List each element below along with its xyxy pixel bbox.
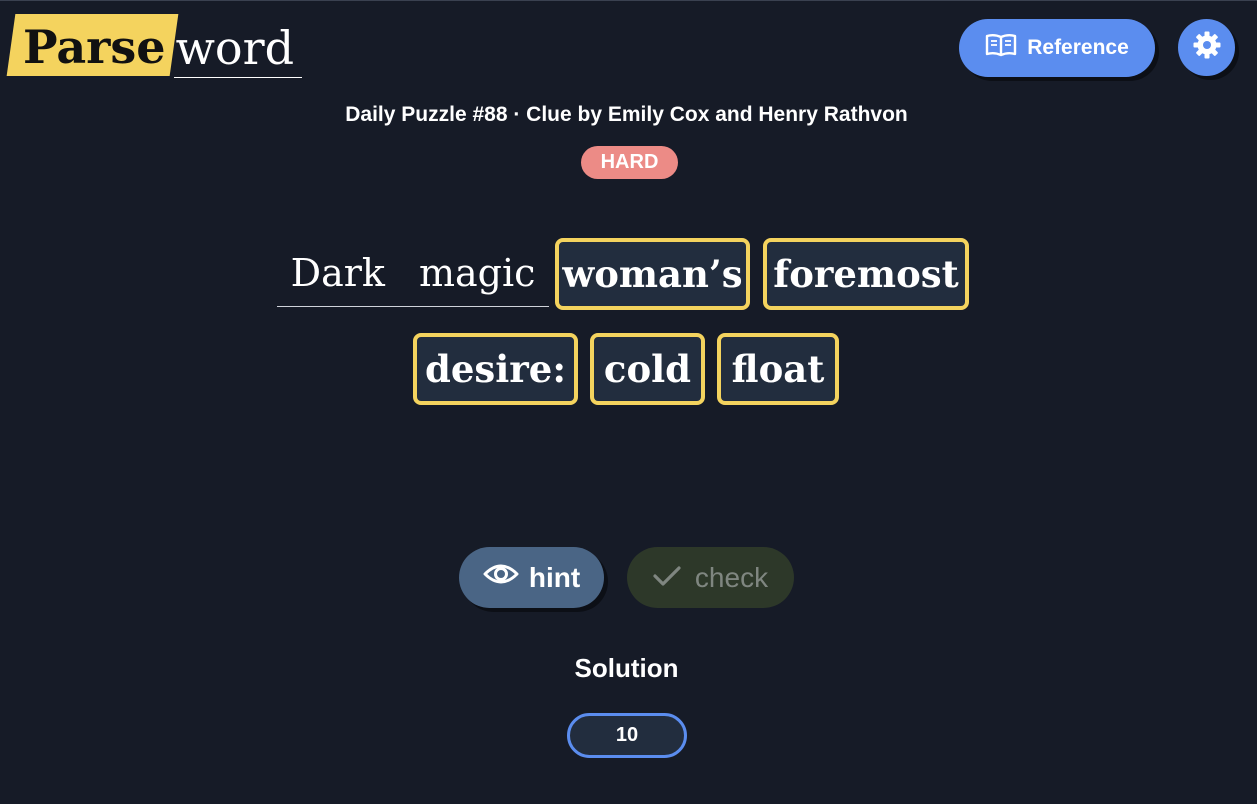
solution-input[interactable]: 10 [567,713,687,758]
settings-button[interactable] [1178,19,1235,76]
clue-tile[interactable]: foremost [763,238,969,310]
difficulty-badge: HARD [581,146,678,179]
solution-title: Solution [574,653,679,683]
puzzle-subtitle: Daily Puzzle #88 · Clue by Emily Cox and… [345,103,908,126]
clue-tile[interactable]: desire: [413,333,578,405]
clue-tile[interactable]: float [717,333,839,405]
reference-button[interactable]: Reference [959,19,1155,77]
eye-icon [483,561,519,594]
clue-tile[interactable]: woman’s [555,238,750,310]
clue-word: Dark [290,250,385,295]
hint-button[interactable]: hint [459,547,604,608]
checkmark-icon [653,562,681,594]
logo[interactable]: Parse word [11,12,303,78]
reference-label: Reference [1027,36,1129,59]
check-button[interactable]: check [627,547,794,608]
logo-parse-text: Parse [11,14,174,76]
hint-label: hint [528,561,581,593]
check-label: check [694,561,769,593]
gear-icon [1192,30,1222,65]
book-icon [985,33,1017,63]
solution-length: 10 [615,724,639,746]
clue-definition: Dark magic [277,239,549,307]
clue-word: magic [418,250,536,295]
clue-tile[interactable]: cold [590,333,705,405]
logo-word-text: word [173,15,303,78]
